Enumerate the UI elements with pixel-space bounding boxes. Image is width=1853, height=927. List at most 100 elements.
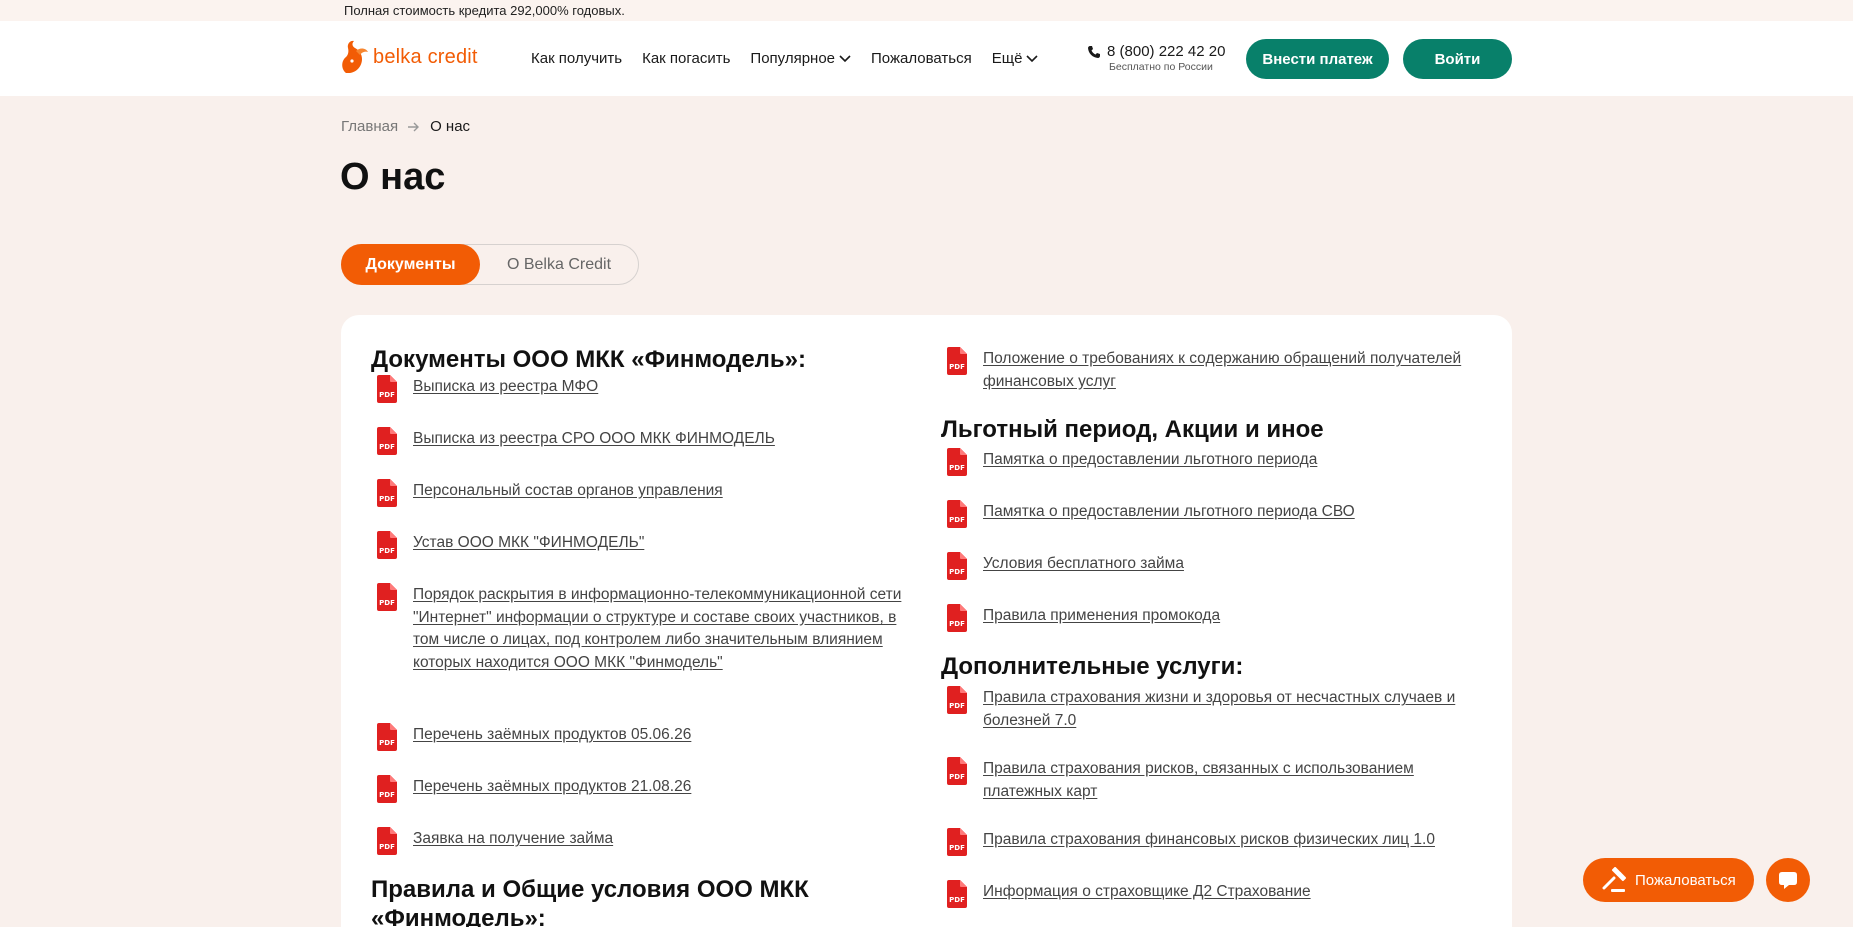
- site-header: belka credit Как получить Как погасить П…: [0, 21, 1853, 96]
- document-item[interactable]: PDF Правила применения промокода: [945, 604, 1220, 632]
- nav-complain[interactable]: Пожаловаться: [871, 50, 972, 67]
- document-link[interactable]: Заявка на получение займа: [413, 828, 613, 851]
- svg-text:PDF: PDF: [379, 739, 395, 747]
- document-link[interactable]: Положение о требованиях к содержанию обр…: [983, 348, 1465, 393]
- breadcrumb: Главная О нас: [341, 118, 470, 135]
- section-title-additional-services: Дополнительные услуги:: [941, 653, 1244, 680]
- page-title: О нас: [340, 156, 446, 198]
- chat-button[interactable]: [1766, 858, 1810, 902]
- about-tabs: Документы О Belka Credit: [341, 244, 639, 285]
- svg-text:PDF: PDF: [379, 599, 395, 607]
- section-title-finmodel-docs: Документы ООО МКК «Финмодель»:: [371, 346, 807, 373]
- document-link[interactable]: Порядок раскрытия в информационно-телеко…: [413, 584, 911, 674]
- section-title-grace-period: Льготный период, Акции и иное: [941, 416, 1324, 443]
- document-link[interactable]: Информация о страховщике Д2 Страхование: [983, 881, 1311, 904]
- chat-icon: [1779, 872, 1797, 889]
- svg-text:PDF: PDF: [949, 844, 965, 852]
- document-item[interactable]: PDF Правила страхования финансовых риско…: [945, 828, 1435, 856]
- pdf-icon: PDF: [377, 427, 397, 455]
- pdf-icon: PDF: [377, 479, 397, 507]
- phone-note: Бесплатно по России: [1109, 61, 1213, 73]
- pdf-icon: PDF: [947, 347, 967, 375]
- pdf-icon: PDF: [377, 583, 397, 611]
- svg-text:PDF: PDF: [949, 464, 965, 472]
- svg-text:PDF: PDF: [949, 896, 965, 904]
- pdf-icon: PDF: [947, 448, 967, 476]
- pdf-icon: PDF: [377, 775, 397, 803]
- document-item[interactable]: PDF Выписка из реестра МФО: [375, 375, 598, 403]
- phone-icon: [1088, 45, 1100, 58]
- document-item[interactable]: PDF Выписка из реестра СРО ООО МКК ФИНМО…: [375, 427, 775, 455]
- svg-text:PDF: PDF: [379, 495, 395, 503]
- complain-floating-button[interactable]: Пожаловаться: [1583, 858, 1754, 902]
- svg-text:PDF: PDF: [379, 443, 395, 451]
- svg-text:PDF: PDF: [949, 620, 965, 628]
- document-item[interactable]: PDF Правила страхования жизни и здоровья…: [945, 686, 1485, 732]
- document-link[interactable]: Перечень заёмных продуктов 05.06.26: [413, 724, 691, 747]
- document-item[interactable]: PDF Правила страхования рисков, связанны…: [945, 757, 1465, 803]
- credit-cost-text: Полная стоимость кредита 292,000% годовы…: [344, 3, 625, 18]
- gavel-icon: [1602, 867, 1627, 892]
- svg-text:PDF: PDF: [379, 391, 395, 399]
- pdf-icon: PDF: [377, 531, 397, 559]
- nav-more[interactable]: Ещё: [992, 50, 1039, 67]
- pdf-icon: PDF: [377, 827, 397, 855]
- squirrel-logo-icon: [342, 40, 368, 73]
- document-item[interactable]: PDF Устав ООО МКК "ФИНМОДЕЛЬ": [375, 531, 644, 559]
- main-nav: Как получить Как погасить Популярное Пож…: [531, 21, 1039, 96]
- document-item[interactable]: PDF Заявка на получение займа: [375, 827, 613, 855]
- section-title-rules: Правила и Общие условия ООО МКК «Финмоде…: [371, 876, 809, 927]
- complain-label: Пожаловаться: [1635, 871, 1736, 889]
- svg-text:PDF: PDF: [949, 516, 965, 524]
- document-link[interactable]: Правила применения промокода: [983, 605, 1220, 628]
- credit-cost-notice: Полная стоимость кредита 292,000% годовы…: [0, 0, 1853, 21]
- document-item[interactable]: PDF Перечень заёмных продуктов 21.08.26: [375, 775, 691, 803]
- svg-text:PDF: PDF: [949, 773, 965, 781]
- tab-documents[interactable]: Документы: [341, 244, 480, 285]
- document-item[interactable]: PDF Условия бесплатного займа: [945, 552, 1184, 580]
- make-payment-button[interactable]: Внести платеж: [1246, 39, 1389, 79]
- phone-number[interactable]: 8 (800) 222 42 20: [1087, 43, 1225, 60]
- document-item[interactable]: PDF Памятка о предоставлении льготного п…: [945, 500, 1355, 528]
- login-button[interactable]: Войти: [1403, 39, 1512, 79]
- svg-text:PDF: PDF: [949, 702, 965, 710]
- svg-text:PDF: PDF: [949, 363, 965, 371]
- chevron-down-icon: [1026, 54, 1039, 62]
- pdf-icon: PDF: [947, 604, 967, 632]
- logo[interactable]: belka credit: [340, 38, 478, 76]
- document-link[interactable]: Выписка из реестра СРО ООО МКК ФИНМОДЕЛЬ: [413, 428, 775, 451]
- svg-text:PDF: PDF: [379, 843, 395, 851]
- document-link[interactable]: Правила страхования финансовых рисков фи…: [983, 829, 1435, 852]
- pdf-icon: PDF: [377, 375, 397, 403]
- document-item[interactable]: PDF Информация о страховщике Д2 Страхова…: [945, 880, 1311, 908]
- arrow-right-icon: [408, 122, 420, 131]
- document-link[interactable]: Правила страхования рисков, связанных с …: [983, 758, 1465, 803]
- svg-text:PDF: PDF: [949, 568, 965, 576]
- document-link[interactable]: Устав ООО МКК "ФИНМОДЕЛЬ": [413, 532, 644, 555]
- nav-how-to-repay[interactable]: Как погасить: [642, 50, 730, 67]
- pdf-icon: PDF: [377, 723, 397, 751]
- pdf-icon: PDF: [947, 828, 967, 856]
- nav-how-to-get[interactable]: Как получить: [531, 50, 622, 67]
- chevron-down-icon: [839, 54, 851, 62]
- document-link[interactable]: Условия бесплатного займа: [983, 553, 1184, 576]
- document-link[interactable]: Персональный состав органов управления: [413, 480, 723, 503]
- nav-popular[interactable]: Популярное: [750, 50, 851, 67]
- documents-card: Документы ООО МКК «Финмодель»: PDF Выпис…: [341, 315, 1512, 927]
- document-link[interactable]: Правила страхования жизни и здоровья от …: [983, 687, 1485, 732]
- document-link[interactable]: Выписка из реестра МФО: [413, 376, 598, 399]
- document-item[interactable]: PDF Памятка о предоставлении льготного п…: [945, 448, 1317, 476]
- pdf-icon: PDF: [947, 686, 967, 714]
- logo-text: belka credit: [373, 45, 478, 68]
- pdf-icon: PDF: [947, 880, 967, 908]
- breadcrumb-home[interactable]: Главная: [341, 118, 398, 135]
- document-item[interactable]: PDF Персональный состав органов управлен…: [375, 479, 723, 507]
- document-item[interactable]: PDF Порядок раскрытия в информационно-те…: [375, 583, 911, 674]
- document-link[interactable]: Памятка о предоставлении льготного перио…: [983, 501, 1355, 524]
- document-item[interactable]: PDF Положение о требованиях к содержанию…: [945, 347, 1465, 393]
- document-link[interactable]: Памятка о предоставлении льготного перио…: [983, 449, 1317, 472]
- document-item[interactable]: PDF Перечень заёмных продуктов 05.06.26: [375, 723, 691, 751]
- phone-block[interactable]: 8 (800) 222 42 20 Бесплатно по России: [1087, 43, 1225, 73]
- tab-about-belka[interactable]: О Belka Credit: [480, 244, 638, 285]
- document-link[interactable]: Перечень заёмных продуктов 21.08.26: [413, 776, 691, 799]
